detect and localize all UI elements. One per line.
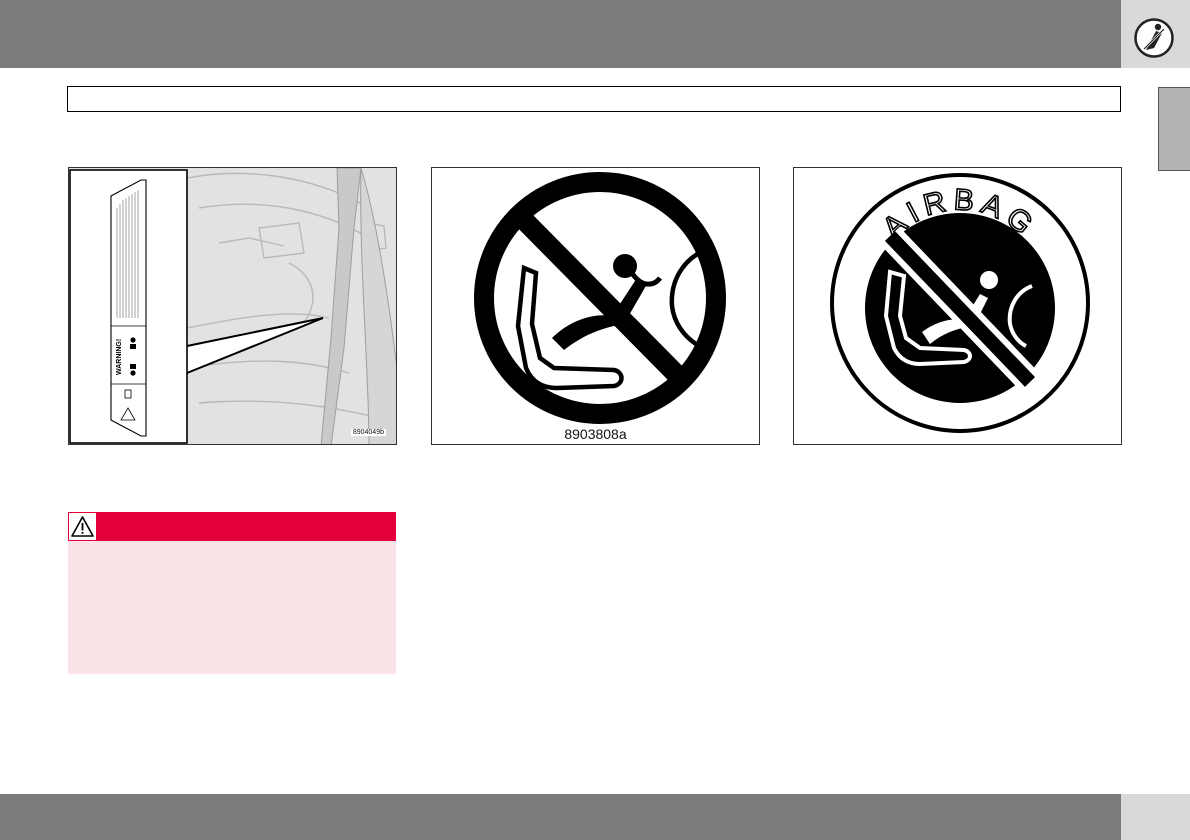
figure-airbag-sticker: AIRBAG <box>793 167 1122 445</box>
chapter-side-tab[interactable] <box>1158 87 1190 171</box>
figure-code-label: 8904049b <box>350 429 386 436</box>
section-header-box <box>67 86 1121 112</box>
bottom-corner-panel <box>1121 794 1190 840</box>
seatbelt-occupant-icon <box>1134 18 1174 58</box>
figure-label-location: WARNING! 8904049b <box>68 167 397 445</box>
top-header-bar <box>0 0 1121 68</box>
door-pillar-illustration: WARNING! <box>69 168 396 444</box>
bottom-footer-bar <box>0 794 1121 840</box>
warning-triangle-icon <box>68 512 97 541</box>
child-seat-prohibition-symbol <box>474 172 726 424</box>
figure-code-label: 8903808a <box>564 426 627 442</box>
airbag-warning-sticker: AIRBAG <box>830 173 1090 433</box>
warning-box-body <box>68 541 396 674</box>
sticker-warning-heading: WARNING! <box>116 339 123 375</box>
warning-box-header <box>68 512 396 541</box>
figure-child-seat-prohibited: 8903808a <box>431 167 760 445</box>
